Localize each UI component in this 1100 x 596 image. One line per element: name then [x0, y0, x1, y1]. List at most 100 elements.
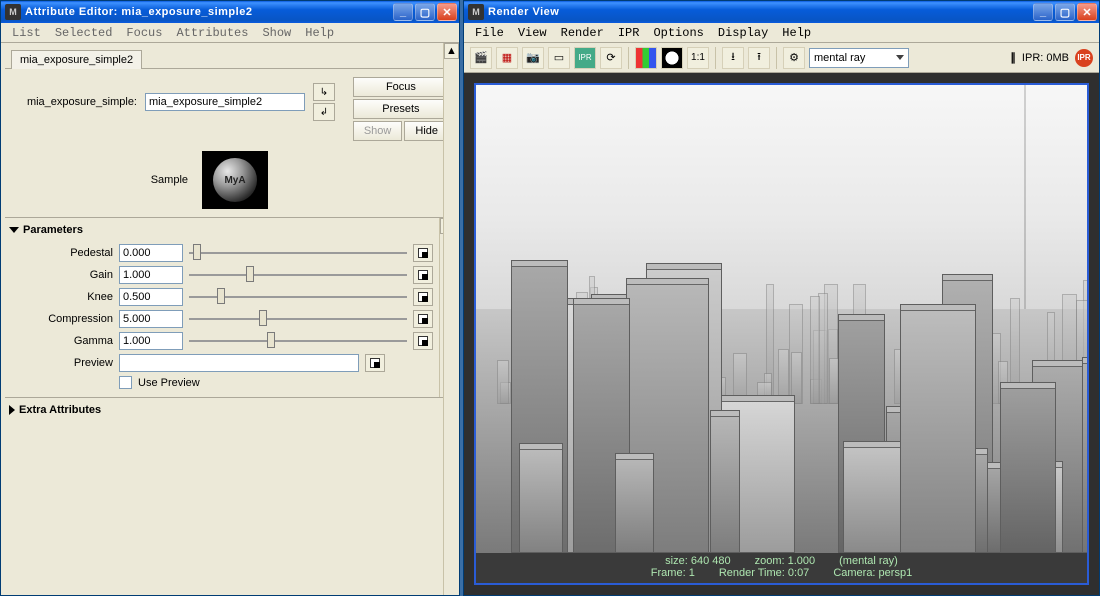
param-gain: Gain — [7, 264, 437, 286]
pedestal-label: Pedestal — [11, 247, 113, 259]
section-extra: Extra Attributes — [5, 397, 455, 428]
minimize-button[interactable]: _ — [1033, 3, 1053, 21]
maximize-button[interactable]: ▢ — [1055, 3, 1075, 21]
alpha-channel-icon[interactable] — [661, 47, 683, 69]
snapshot-icon[interactable]: 📷 — [522, 47, 544, 69]
section-extra-header[interactable]: Extra Attributes — [7, 402, 453, 422]
rv-menubar: File View Render IPR Options Display Hel… — [464, 23, 1099, 43]
menu-render[interactable]: Render — [554, 24, 611, 42]
gain-label: Gain — [11, 269, 113, 281]
use-preview-label: Use Preview — [138, 377, 200, 389]
presets-button[interactable]: Presets — [353, 99, 449, 119]
render-status-overlay: size: 640 480 zoom: 1.000 (mental ray) F… — [476, 549, 1087, 583]
preview-field[interactable] — [119, 354, 359, 372]
ipr-icon[interactable]: IPR — [574, 47, 596, 69]
compression-field[interactable] — [119, 310, 183, 328]
disclosure-triangle-icon — [9, 227, 19, 233]
tab-node[interactable]: mia_exposure_simple2 — [11, 50, 142, 69]
render-frame-icon[interactable]: ▭ — [548, 47, 570, 69]
render-clapper-icon[interactable]: 🎬 — [470, 47, 492, 69]
ae-scrollbar[interactable]: ▲ — [443, 43, 459, 595]
attribute-editor-window: M Attribute Editor: mia_exposure_simple2… — [0, 0, 460, 596]
pause-icon[interactable]: ∥ — [1010, 51, 1016, 64]
gamma-map-button[interactable] — [413, 332, 433, 350]
ipr-memory-label: IPR: 0MB — [1022, 52, 1069, 64]
render-canvas-area: size: 640 480 zoom: 1.000 (mental ray) F… — [464, 73, 1099, 595]
scroll-up-icon[interactable]: ▲ — [444, 43, 459, 59]
menu-attributes[interactable]: Attributes — [169, 24, 255, 42]
gamma-slider[interactable] — [189, 333, 407, 349]
gain-field[interactable] — [119, 266, 183, 284]
sample-swatch[interactable]: MyA — [202, 151, 268, 209]
compression-label: Compression — [11, 313, 113, 325]
section-parameters: Parameters Pedestal Gain Knee — [5, 217, 455, 397]
renderer-selected: mental ray — [814, 52, 865, 64]
status-size: size: 640 480 — [665, 555, 730, 567]
render-settings-icon[interactable]: ⚙ — [783, 47, 805, 69]
pedestal-field[interactable] — [119, 244, 183, 262]
status-time: Render Time: 0:07 — [719, 567, 810, 579]
refresh-icon[interactable]: ⟳ — [600, 47, 622, 69]
ae-tabstrip: mia_exposure_simple2 — [5, 47, 455, 69]
status-frame: Frame: 1 — [651, 567, 695, 579]
save-image-icon[interactable]: ⭳ — [722, 47, 744, 69]
preview-map-button[interactable] — [365, 354, 385, 372]
menu-selected[interactable]: Selected — [48, 24, 120, 42]
go-out-icon[interactable]: ↲ — [313, 103, 335, 121]
knee-map-button[interactable] — [413, 288, 433, 306]
close-button[interactable]: ✕ — [1077, 3, 1097, 21]
maya-icon: M — [468, 4, 484, 20]
menu-show[interactable]: Show — [255, 24, 298, 42]
node-name-field[interactable] — [145, 93, 305, 111]
gain-slider[interactable] — [189, 267, 407, 283]
param-pedestal: Pedestal — [7, 242, 437, 264]
ae-titlebar[interactable]: M Attribute Editor: mia_exposure_simple2… — [1, 1, 459, 23]
menu-options[interactable]: Options — [646, 24, 710, 42]
knee-field[interactable] — [119, 288, 183, 306]
close-button[interactable]: ✕ — [437, 3, 457, 21]
compression-map-button[interactable] — [413, 310, 433, 328]
load-image-icon[interactable]: ⭱ — [748, 47, 770, 69]
show-button[interactable]: Show — [353, 121, 403, 141]
knee-slider[interactable] — [189, 289, 407, 305]
status-camera: Camera: persp1 — [833, 567, 912, 579]
menu-help[interactable]: Help — [775, 24, 818, 42]
minimize-button[interactable]: _ — [393, 3, 413, 21]
one-to-one-icon[interactable]: 1:1 — [687, 47, 709, 69]
focus-button[interactable]: Focus — [353, 77, 449, 97]
menu-ipr[interactable]: IPR — [611, 24, 647, 42]
param-knee: Knee — [7, 286, 437, 308]
status-renderer: (mental ray) — [839, 555, 898, 567]
render-view-window: M Render View _ ▢ ✕ File View Render IPR… — [463, 0, 1100, 596]
section-parameters-header[interactable]: Parameters — [7, 222, 437, 242]
section-parameters-title: Parameters — [23, 224, 83, 236]
menu-display[interactable]: Display — [711, 24, 775, 42]
gain-map-button[interactable] — [413, 266, 433, 284]
menu-view[interactable]: View — [511, 24, 554, 42]
param-gamma: Gamma — [7, 330, 437, 352]
knee-label: Knee — [11, 291, 113, 303]
rgb-channels-icon[interactable] — [635, 47, 657, 69]
param-use-preview: Use Preview — [7, 374, 437, 391]
menu-file[interactable]: File — [468, 24, 511, 42]
gamma-field[interactable] — [119, 332, 183, 350]
renderer-dropdown[interactable]: mental ray — [809, 48, 909, 68]
go-in-icon[interactable]: ↳ — [313, 83, 335, 101]
sample-label: Sample — [62, 174, 192, 186]
pedestal-slider[interactable] — [189, 245, 407, 261]
node-type-label: mia_exposure_simple: — [11, 96, 141, 108]
maximize-button[interactable]: ▢ — [415, 3, 435, 21]
menu-help[interactable]: Help — [298, 24, 341, 42]
menu-list[interactable]: List — [5, 24, 48, 42]
node-header: mia_exposure_simple: ↳ ↲ — [5, 77, 349, 123]
render-region-icon[interactable]: ▦ — [496, 47, 518, 69]
menu-focus[interactable]: Focus — [119, 24, 169, 42]
use-preview-checkbox[interactable] — [119, 376, 132, 389]
pedestal-map-button[interactable] — [413, 244, 433, 262]
ae-body: mia_exposure_simple2 mia_exposure_simple… — [1, 43, 459, 595]
preview-label: Preview — [11, 357, 113, 369]
compression-slider[interactable] — [189, 311, 407, 327]
rv-titlebar[interactable]: M Render View _ ▢ ✕ — [464, 1, 1099, 23]
render-image[interactable]: size: 640 480 zoom: 1.000 (mental ray) F… — [474, 83, 1089, 585]
maya-icon: M — [5, 4, 21, 20]
